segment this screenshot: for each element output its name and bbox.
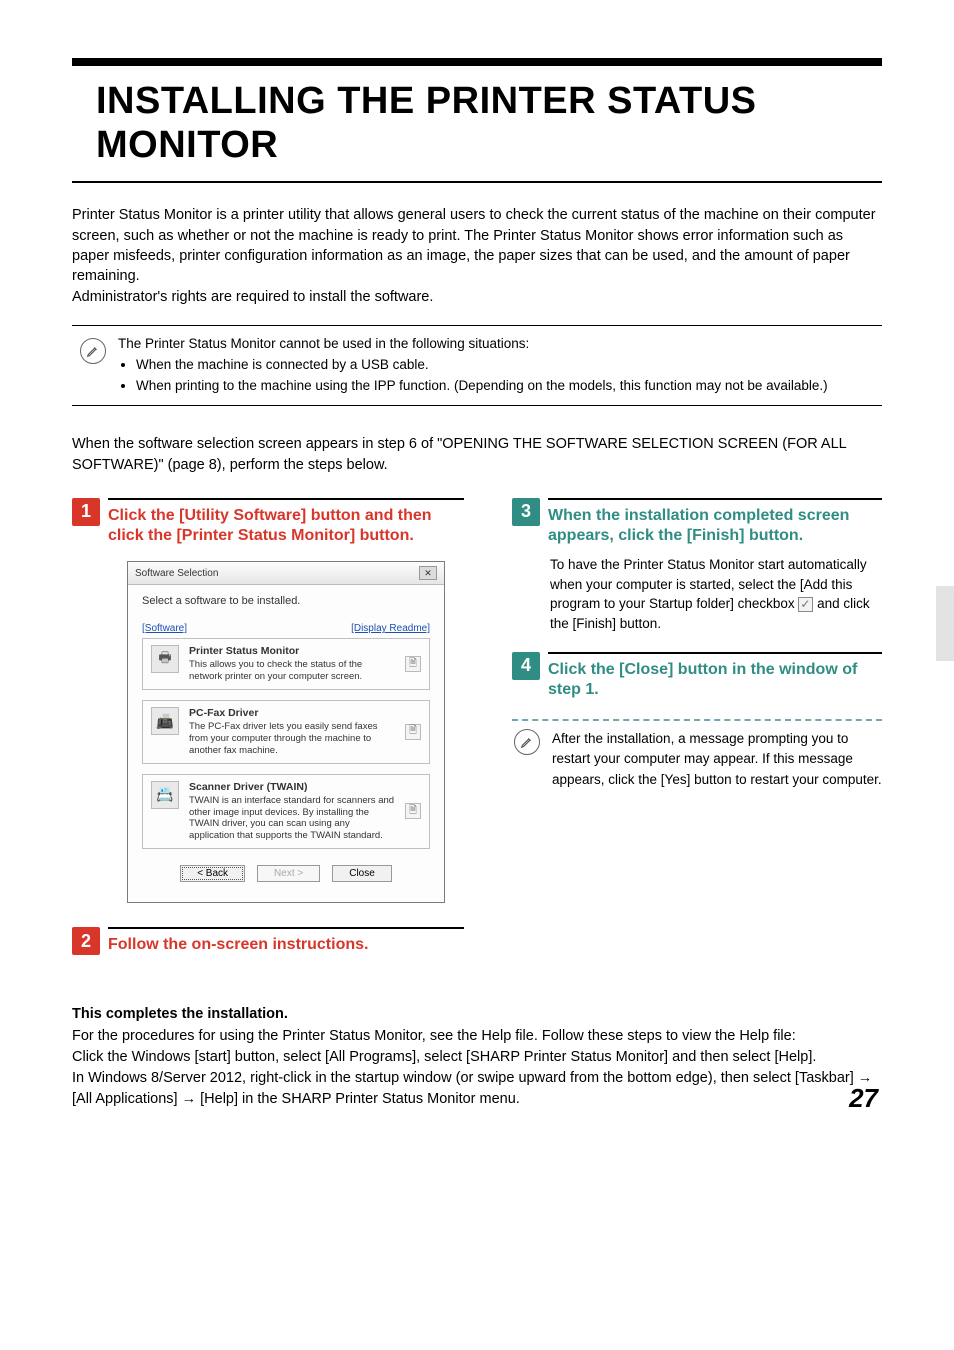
reference-text: When the software selection screen appea… xyxy=(72,434,882,476)
step-number-2: 2 xyxy=(72,927,100,955)
dialog-item-desc: TWAIN is an interface standard for scann… xyxy=(189,795,395,843)
completion-body: For the procedures for using the Printer… xyxy=(72,1026,882,1110)
note-body: The Printer Status Monitor cannot be use… xyxy=(118,334,874,397)
step-number-4: 4 xyxy=(512,652,540,680)
step-1-head: Click the [Utility Software] button and … xyxy=(108,506,464,548)
next-button[interactable]: Next > xyxy=(257,865,320,882)
step-4-head: Click the [Close] button in the window o… xyxy=(548,660,882,702)
step-2-head: Follow the on-screen instructions. xyxy=(108,935,464,956)
dashed-divider xyxy=(512,719,882,721)
dialog-item-desc: The PC-Fax driver lets you easily send f… xyxy=(189,721,395,757)
step-3-head: When the installation completed screen a… xyxy=(548,506,882,548)
step-3-body: When the installation completed screen a… xyxy=(548,498,882,634)
step-4: 4 Click the [Close] button in the window… xyxy=(512,652,882,702)
step-2: 2 Follow the on-screen instructions. xyxy=(72,927,464,956)
close-button[interactable]: Close xyxy=(332,865,392,882)
step-1-body: Click the [Utility Software] button and … xyxy=(108,498,464,903)
step-2-body: Follow the on-screen instructions. xyxy=(108,927,464,956)
step-1: 1 Click the [Utility Software] button an… xyxy=(72,498,464,903)
note-bullet-2: When printing to the machine using the I… xyxy=(136,376,874,397)
title-rule-bottom xyxy=(72,181,882,183)
note-box: The Printer Status Monitor cannot be use… xyxy=(72,325,882,406)
intro-text: Printer Status Monitor is a printer util… xyxy=(72,205,882,306)
software-link[interactable]: [Software] xyxy=(142,623,187,634)
dialog-item-pc-fax-driver[interactable]: 📠 PC-Fax Driver The PC-Fax driver lets y… xyxy=(142,700,430,764)
completion-section: This completes the installation. For the… xyxy=(72,1006,882,1110)
pencil-icon xyxy=(514,729,540,755)
close-icon[interactable]: ✕ xyxy=(419,566,437,580)
dialog-item-scanner-driver[interactable]: 📇 Scanner Driver (TWAIN) TWAIN is an int… xyxy=(142,774,430,850)
note-bullet-1: When the machine is connected by a USB c… xyxy=(136,355,874,376)
dialog-subtitle: Select a software to be installed. xyxy=(142,595,430,607)
dialog-title: Software Selection xyxy=(135,568,218,579)
dialog-body: Select a software to be installed. [Soft… xyxy=(128,585,444,902)
dialog-buttons: < Back Next > Close xyxy=(142,859,430,892)
back-button[interactable]: < Back xyxy=(180,865,245,882)
side-tab xyxy=(936,586,954,661)
column-left: 1 Click the [Utility Software] button an… xyxy=(72,498,464,974)
pencil-icon xyxy=(80,338,106,364)
note-lead: The Printer Status Monitor cannot be use… xyxy=(118,334,874,355)
step-number-3: 3 xyxy=(512,498,540,526)
dialog-item-desc: This allows you to check the status of t… xyxy=(189,659,395,683)
dialog-titlebar: Software Selection ✕ xyxy=(128,562,444,585)
page-number: 27 xyxy=(849,1083,878,1114)
dialog-item-printer-status-monitor[interactable]: 🖶 Printer Status Monitor This allows you… xyxy=(142,638,430,690)
step-3: 3 When the installation completed screen… xyxy=(512,498,882,634)
info-text: After the installation, a message prompt… xyxy=(552,729,882,790)
page-icon[interactable]: 🗎 xyxy=(405,724,421,740)
step-number-1: 1 xyxy=(72,498,100,526)
display-readme-link[interactable]: [Display Readme] xyxy=(351,623,430,634)
page-icon[interactable]: 🗎 xyxy=(405,803,421,819)
page-title: INSTALLING THE PRINTER STATUS MONITOR xyxy=(72,66,882,181)
page: INSTALLING THE PRINTER STATUS MONITOR Pr… xyxy=(0,0,954,1150)
title-rule-top xyxy=(72,58,882,66)
dialog-item-title: Printer Status Monitor xyxy=(189,645,395,657)
fax-icon: 📠 xyxy=(151,707,179,735)
dialog-item-title: Scanner Driver (TWAIN) xyxy=(189,781,395,793)
checkbox-icon xyxy=(798,597,813,612)
printer-icon: 🖶 xyxy=(151,645,179,673)
column-right: 3 When the installation completed screen… xyxy=(512,498,882,974)
info-row: After the installation, a message prompt… xyxy=(512,729,882,790)
step-4-body: Click the [Close] button in the window o… xyxy=(548,652,882,702)
dialog-item-title: PC-Fax Driver xyxy=(189,707,395,719)
scanner-icon: 📇 xyxy=(151,781,179,809)
dialog-links: [Software] [Display Readme] xyxy=(142,623,430,634)
page-icon[interactable]: 🗎 xyxy=(405,656,421,672)
software-selection-dialog: Software Selection ✕ Select a software t… xyxy=(127,561,445,903)
columns: 1 Click the [Utility Software] button an… xyxy=(72,498,882,974)
step-3-text: To have the Printer Status Monitor start… xyxy=(548,555,882,633)
completion-head: This completes the installation. xyxy=(72,1006,882,1022)
note-icon-wrap xyxy=(80,334,106,397)
